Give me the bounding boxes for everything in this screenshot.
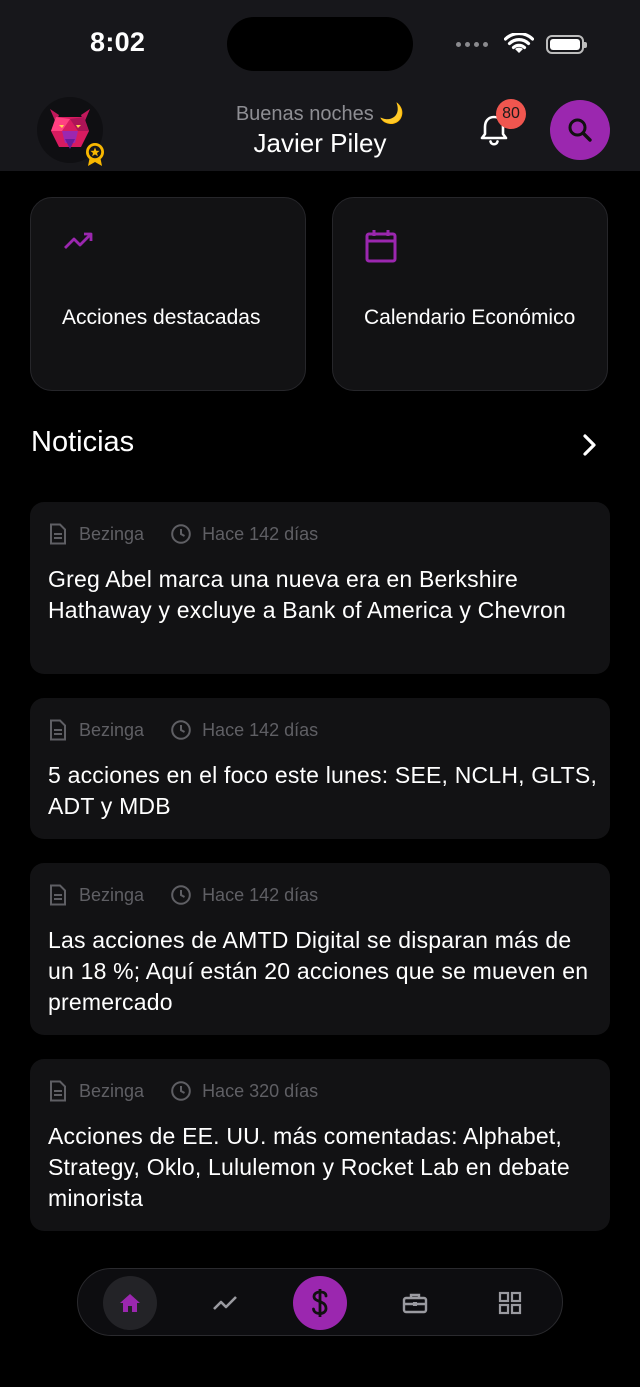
- document-icon: [50, 884, 66, 906]
- top-bar: 8:02 Buenas noches 🌙 Javier Piley 80: [0, 0, 640, 171]
- news-headline: 5 acciones en el foco este lunes: SEE, N…: [48, 762, 598, 819]
- news-headline: Las acciones de AMTD Digital se disparan…: [48, 927, 589, 1015]
- economic-calendar-label: Calendario Económico: [364, 306, 576, 329]
- news-time: Hace 142 días: [202, 719, 319, 740]
- clock-icon: [171, 1081, 191, 1101]
- news-time: Hace 142 días: [202, 884, 319, 905]
- wifi-icon: [504, 33, 534, 53]
- chevron-right-icon[interactable]: [578, 432, 602, 463]
- document-icon: [50, 1080, 66, 1102]
- news-source: Bezinga: [79, 1080, 145, 1101]
- trending-up-icon: [62, 228, 96, 257]
- bottom-navigation: [77, 1268, 563, 1336]
- news-headline: Acciones de EE. UU. más comentadas: Alph…: [48, 1123, 570, 1211]
- news-meta: Bezinga Hace 142 días: [49, 883, 318, 907]
- nav-home-button[interactable]: [103, 1276, 157, 1330]
- status-bar: 8:02: [0, 0, 640, 88]
- battery-icon: [546, 34, 587, 54]
- clock-icon: [171, 885, 191, 905]
- nav-portfolio-button[interactable]: [388, 1276, 442, 1330]
- grid-icon: [498, 1291, 522, 1315]
- dynamic-island: [227, 17, 413, 71]
- news-source: Bezinga: [79, 523, 145, 544]
- briefcase-icon: [402, 1293, 428, 1314]
- news-headline: Greg Abel marca una nueva era en Berkshi…: [48, 566, 566, 623]
- home-icon: [120, 1294, 140, 1312]
- calendar-icon: [364, 228, 398, 269]
- nav-more-button[interactable]: [483, 1276, 537, 1330]
- news-meta: Bezinga Hace 142 días: [49, 522, 318, 546]
- news-source: Bezinga: [79, 719, 145, 740]
- document-icon: [50, 523, 66, 545]
- greeting-text: Buenas noches 🌙: [235, 103, 405, 125]
- news-item[interactable]: Bezinga Hace 142 días Las acciones de AM…: [30, 863, 610, 1035]
- news-time: Hace 142 días: [202, 523, 319, 544]
- news-meta: Bezinga Hace 320 días: [49, 1079, 318, 1103]
- news-item[interactable]: Bezinga Hace 142 días 5 acciones en el f…: [30, 698, 610, 839]
- user-name: Javier Piley: [253, 128, 387, 158]
- news-item[interactable]: Bezinga Hace 142 días Greg Abel marca un…: [30, 502, 610, 674]
- economic-calendar-card[interactable]: Calendario Económico: [332, 197, 608, 391]
- chart-icon: [213, 1296, 237, 1310]
- nav-markets-button[interactable]: [198, 1276, 252, 1330]
- news-time: Hace 320 días: [202, 1080, 319, 1101]
- document-icon: [50, 719, 66, 741]
- status-time: 8:02: [90, 27, 146, 57]
- search-button[interactable]: [550, 100, 610, 160]
- clock-icon: [171, 524, 191, 544]
- dollar-icon: [312, 1289, 328, 1317]
- nav-money-button[interactable]: [293, 1276, 347, 1330]
- search-icon: [568, 118, 592, 142]
- featured-stocks-label: Acciones destacadas: [62, 306, 261, 329]
- news-meta: Bezinga Hace 142 días: [49, 718, 318, 742]
- signal-icon: [456, 41, 488, 47]
- clock-icon: [171, 720, 191, 740]
- news-source: Bezinga: [79, 884, 145, 905]
- news-item[interactable]: Bezinga Hace 320 días Acciones de EE. UU…: [30, 1059, 610, 1231]
- status-icons: [456, 33, 587, 55]
- news-section-title: Noticias: [31, 426, 135, 458]
- notification-count-badge: 80: [496, 99, 526, 129]
- featured-stocks-card[interactable]: Acciones destacadas: [30, 197, 306, 391]
